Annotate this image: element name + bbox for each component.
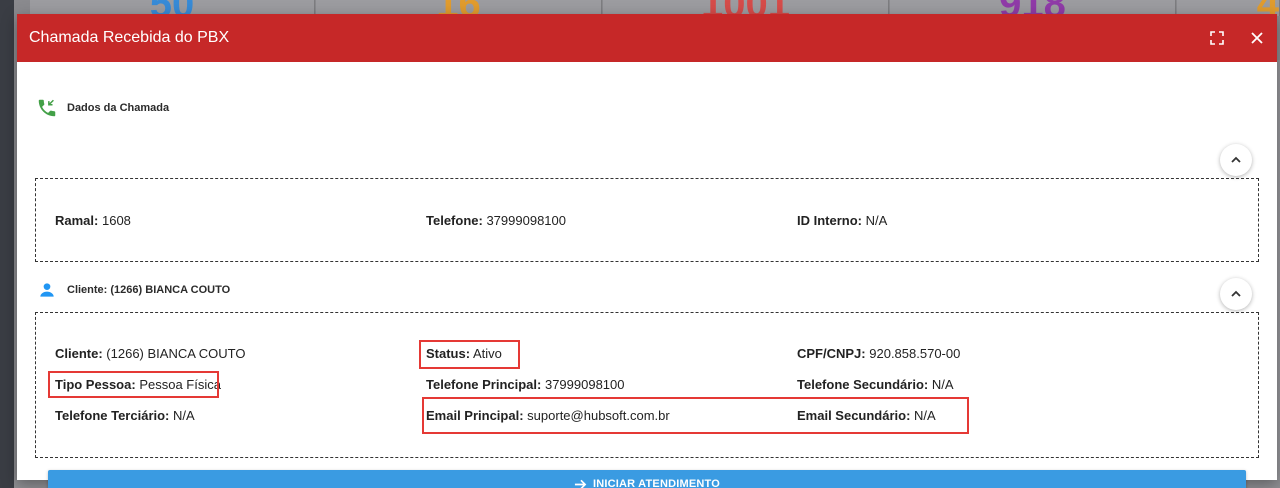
field-value: 920.858.570-00 (869, 346, 961, 361)
person-icon (35, 278, 59, 302)
dialog-header: Chamada Recebida do PBX (17, 14, 1277, 62)
field-telefone: Telefone: 37999098100 (426, 213, 566, 228)
field-id-interno: ID Interno: N/A (797, 213, 887, 228)
pbx-call-dialog: Chamada Recebida do PBX Dados da Chamada… (17, 14, 1277, 488)
client-section-title: Cliente: (1266) BIANCA COUTO (67, 284, 231, 296)
field-value: 37999098100 (544, 377, 625, 392)
field-label: Status: (426, 346, 471, 361)
field-telefone-terciario: Telefone Terciário: N/A (55, 408, 195, 423)
fullscreen-icon (1210, 31, 1224, 45)
close-icon (1251, 32, 1263, 44)
start-attendance-button[interactable]: INICIAR ATENDIMENTO (48, 470, 1246, 488)
field-telefone-principal: Telefone Principal: 37999098100 (426, 377, 625, 392)
field-value: N/A (931, 377, 954, 392)
close-button[interactable] (1237, 14, 1277, 62)
chevron-up-icon (1231, 290, 1241, 297)
field-value: N/A (173, 408, 195, 423)
dialog-title: Chamada Recebida do PBX (29, 29, 230, 46)
client-section-collapse-button[interactable] (1220, 278, 1252, 310)
call-details-panel: Ramal: 1608 Telefone: 37999098100 ID Int… (35, 178, 1259, 262)
field-value: N/A (865, 213, 888, 228)
field-label: CPF/CNPJ: (797, 346, 866, 361)
field-label: Telefone: (426, 213, 483, 228)
background-sidebar (0, 0, 14, 488)
field-value: N/A (914, 408, 936, 423)
dialog-header-actions (1197, 14, 1277, 62)
field-status: Status: Ativo (426, 346, 502, 361)
call-section-title: Dados da Chamada (67, 102, 170, 114)
client-details-panel: Cliente: (1266) BIANCA COUTO Status: Ati… (35, 312, 1259, 458)
field-value: (1266) BIANCA COUTO (106, 346, 246, 361)
field-value: 1608 (101, 213, 131, 228)
field-email-principal: Email Principal: suporte@hubsoft.com.br (426, 408, 670, 423)
field-telefone-secundario: Telefone Secundário: N/A (797, 377, 954, 392)
field-label: Email Principal: (426, 408, 524, 423)
field-label: Cliente: (55, 346, 103, 361)
field-cliente: Cliente: (1266) BIANCA COUTO (55, 346, 246, 361)
field-label: ID Interno: (797, 213, 862, 228)
field-value: suporte@hubsoft.com.br (527, 408, 670, 423)
dialog-body: Dados da Chamada Ramal: 1608 Telefone: 3… (17, 62, 1277, 488)
field-value: 37999098100 (486, 213, 566, 228)
field-email-secundario: Email Secundário: N/A (797, 408, 936, 423)
phone-incoming-icon (35, 96, 59, 120)
field-label: Telefone Secundário: (797, 377, 929, 392)
field-label: Telefone Terciário: (55, 408, 170, 423)
arrow-right-icon (574, 479, 587, 488)
field-tipo-pessoa: Tipo Pessoa: Pessoa Física (55, 377, 221, 392)
call-section-header: Dados da Chamada (35, 96, 169, 120)
field-label: Telefone Principal: (426, 377, 542, 392)
field-value: Pessoa Física (139, 377, 221, 392)
field-ramal: Ramal: 1608 (55, 213, 131, 228)
chevron-up-icon (1231, 156, 1241, 163)
fullscreen-button[interactable] (1197, 14, 1237, 62)
field-label: Tipo Pessoa: (55, 377, 136, 392)
field-cpf-cnpj: CPF/CNPJ: 920.858.570-00 (797, 346, 960, 361)
field-value: Ativo (472, 346, 502, 361)
field-label: Ramal: (55, 213, 99, 228)
start-attendance-label: INICIAR ATENDIMENTO (592, 478, 721, 488)
field-label: Email Secundário: (797, 408, 911, 423)
client-section-header: Cliente: (1266) BIANCA COUTO (35, 278, 230, 302)
call-section-collapse-button[interactable] (1220, 144, 1252, 176)
